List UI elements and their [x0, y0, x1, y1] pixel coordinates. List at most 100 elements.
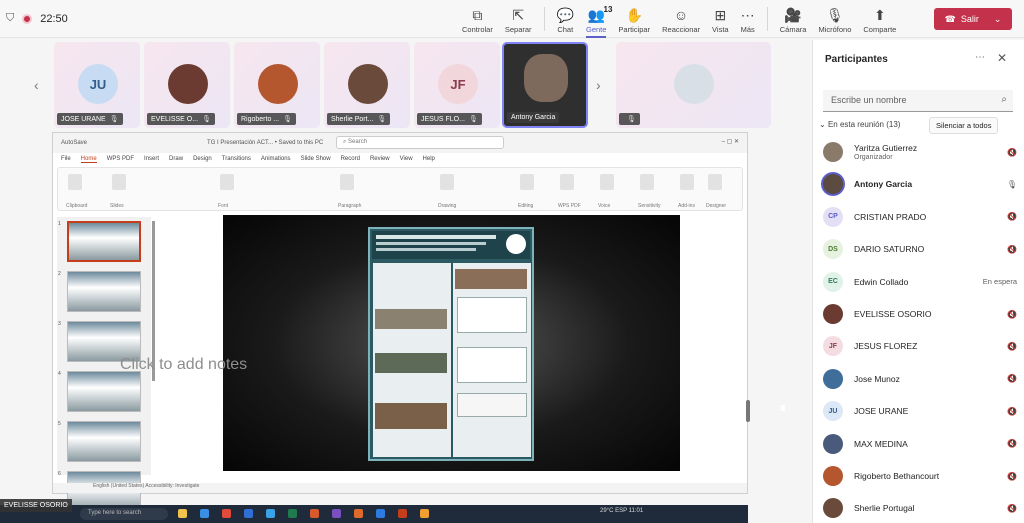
- react-button[interactable]: ☺ Reaccionar: [656, 0, 706, 38]
- ppt-tab[interactable]: Design: [193, 156, 212, 162]
- separate-button[interactable]: ⇱ Separar: [499, 0, 538, 38]
- participant-row[interactable]: JF JESUS FLOREZ 🔇: [823, 331, 1017, 361]
- notes-hint[interactable]: Click to add notes: [120, 356, 247, 374]
- taskbar-app-icon[interactable]: [354, 509, 363, 518]
- chevron-right-icon[interactable]: ›: [596, 77, 601, 93]
- participant-row[interactable]: Antony Garcia 🎙: [823, 169, 1017, 199]
- mic-off-icon[interactable]: 🔇: [1007, 310, 1017, 319]
- control-button[interactable]: ⧉ Controlar: [456, 0, 499, 38]
- ribbon-tool-icon[interactable]: [340, 174, 354, 190]
- mic-off-icon[interactable]: 🔇: [1007, 504, 1017, 513]
- ppt-tab[interactable]: Home: [80, 156, 97, 163]
- ribbon-tool-icon[interactable]: [640, 174, 654, 190]
- slide-thumbnail[interactable]: [67, 271, 141, 312]
- participant-row[interactable]: CP CRISTIAN PRADO 🔇: [823, 202, 1017, 232]
- ribbon-tool-icon[interactable]: [600, 174, 614, 190]
- in-meeting-section[interactable]: ⌄ En esta reunión (13): [819, 120, 900, 129]
- mic-off-icon[interactable]: 🔇: [1007, 245, 1017, 254]
- participant-name-text: Yaritza Gutierrez: [854, 143, 918, 153]
- video-tile[interactable]: JU JOSE URANE 🎙: [54, 42, 140, 128]
- ppt-tab[interactable]: Slide Show: [301, 156, 331, 162]
- video-tile[interactable]: JF JESUS FLO... 🎙: [414, 42, 500, 128]
- ribbon-tool-icon[interactable]: [440, 174, 454, 190]
- taskbar-app-icon[interactable]: [200, 509, 209, 518]
- ribbon-tool-icon[interactable]: [708, 174, 722, 190]
- participant-row[interactable]: JU JOSE URANE 🔇: [823, 396, 1017, 426]
- ribbon-tool-icon[interactable]: [112, 174, 126, 190]
- participant-row[interactable]: EVELISSE OSORIO 🔇: [823, 299, 1017, 329]
- ribbon-tool-icon[interactable]: [680, 174, 694, 190]
- chat-button[interactable]: 💬 Chat: [551, 0, 580, 38]
- ppt-tab[interactable]: WPS PDF: [107, 156, 134, 162]
- ppt-tab[interactable]: Animations: [261, 156, 291, 162]
- ppt-tab[interactable]: Draw: [169, 156, 183, 162]
- taskbar-app-icon[interactable]: [244, 509, 253, 518]
- mic-off-icon[interactable]: 🔇: [1007, 148, 1017, 157]
- windows-search[interactable]: Type here to search: [80, 508, 168, 520]
- ribbon-tool-icon[interactable]: [220, 174, 234, 190]
- more-button[interactable]: ⋯ Más: [735, 0, 761, 38]
- ppt-autosave[interactable]: AutoSave: [61, 140, 87, 146]
- camera-button[interactable]: 🎥 Cámara: [774, 0, 813, 38]
- mic-off-icon[interactable]: 🔇: [1007, 439, 1017, 448]
- participant-row[interactable]: EC Edwin Collado En espera: [823, 267, 1017, 297]
- raise-hand-button[interactable]: ✋ Participar: [612, 0, 656, 38]
- ppt-tab[interactable]: File: [61, 156, 71, 162]
- taskbar-app-icon[interactable]: [376, 509, 385, 518]
- slide-thumbnail[interactable]: [67, 371, 141, 412]
- slide-thumbnail[interactable]: [67, 421, 141, 462]
- taskbar-app-icon[interactable]: [310, 509, 319, 518]
- mic-off-icon: 🎙: [202, 116, 211, 123]
- taskbar-app-icon[interactable]: [288, 509, 297, 518]
- share-button[interactable]: ⬆ Comparte: [857, 0, 902, 38]
- video-strip: ‹ JU JOSE URANE 🎙 EVELISSE O... 🎙 Rigoberto .…: [28, 42, 808, 130]
- participant-row[interactable]: Rigoberto Bethancourt 🔇: [823, 461, 1017, 491]
- ppt-search-box[interactable]: ⌕ Search: [336, 136, 504, 149]
- participant-search-input[interactable]: Escribe un nombre ⌕: [823, 90, 1013, 112]
- participant-row[interactable]: Sherlie Portugal 🔇: [823, 493, 1017, 523]
- participant-row[interactable]: Yaritza Gutierrez Organizador 🔇: [823, 137, 1017, 167]
- mic-off-icon[interactable]: 🔇: [1007, 407, 1017, 416]
- taskbar-app-icon[interactable]: [332, 509, 341, 518]
- leave-button[interactable]: ☎ Salir ⌄: [934, 8, 1012, 30]
- mute-all-button[interactable]: Silenciar a todos: [929, 117, 999, 134]
- ribbon-tool-icon[interactable]: [520, 174, 534, 190]
- ribbon-tool-icon[interactable]: [68, 174, 82, 190]
- taskbar-app-icon[interactable]: [266, 509, 275, 518]
- video-tile[interactable]: Sherlie Port... 🎙: [324, 42, 410, 128]
- video-tile[interactable]: 🎙: [616, 42, 771, 128]
- mic-off-icon[interactable]: 🔇: [1007, 472, 1017, 481]
- more-options-icon[interactable]: ⋯: [975, 52, 985, 63]
- ppt-tab[interactable]: View: [400, 156, 413, 162]
- window-controls[interactable]: – ▢ ✕: [722, 138, 739, 145]
- ppt-tab[interactable]: Insert: [144, 156, 159, 162]
- mic-on-icon[interactable]: 🎙: [1007, 180, 1017, 189]
- ppt-tab[interactable]: Transitions: [222, 156, 251, 162]
- chevron-left-icon[interactable]: ‹: [34, 77, 39, 93]
- people-button[interactable]: 👥 13 Gente: [580, 0, 612, 38]
- share-scrollbar[interactable]: [746, 400, 750, 422]
- close-icon[interactable]: ✕: [997, 51, 1007, 65]
- taskbar-app-icon[interactable]: [222, 509, 231, 518]
- video-tile[interactable]: Antony Garcia: [502, 42, 588, 128]
- microphone-button[interactable]: 🎙 Micrófono: [812, 0, 857, 38]
- slide-canvas[interactable]: [223, 215, 785, 471]
- video-tile[interactable]: Rigoberto ... 🎙: [234, 42, 320, 128]
- participant-row[interactable]: MAX MEDINA 🔇: [823, 429, 1017, 459]
- ppt-tab[interactable]: Review: [370, 156, 390, 162]
- view-button[interactable]: ⊞ Vista: [706, 0, 735, 38]
- mic-off-icon[interactable]: 🔇: [1007, 374, 1017, 383]
- participant-row[interactable]: Jose Munoz 🔇: [823, 364, 1017, 394]
- taskbar-app-icon[interactable]: [420, 509, 429, 518]
- participant-row[interactable]: DS DARIO SATURNO 🔇: [823, 234, 1017, 264]
- taskbar-app-icon[interactable]: [178, 509, 187, 518]
- video-tile[interactable]: EVELISSE O... 🎙: [144, 42, 230, 128]
- mic-off-icon[interactable]: 🔇: [1007, 212, 1017, 221]
- ppt-tab[interactable]: Help: [423, 156, 435, 162]
- mic-off-icon[interactable]: 🔇: [1007, 342, 1017, 351]
- ribbon-tool-icon[interactable]: [560, 174, 574, 190]
- taskbar-app-icon[interactable]: [398, 509, 407, 518]
- slide-thumbnail[interactable]: [67, 221, 141, 262]
- ppt-tab[interactable]: Record: [341, 156, 360, 162]
- chevron-down-icon[interactable]: ⌄: [994, 14, 1002, 25]
